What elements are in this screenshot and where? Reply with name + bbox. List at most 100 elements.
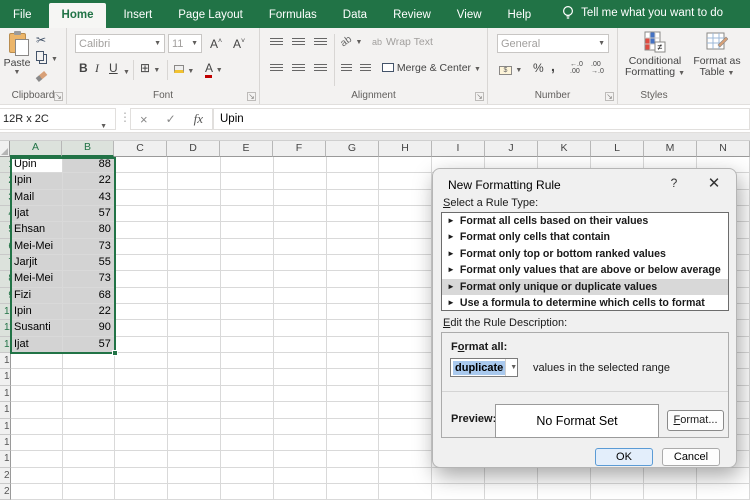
cell-value[interactable]: 55 <box>63 255 115 271</box>
column-header[interactable]: B <box>62 141 114 157</box>
close-icon[interactable]: ✕ <box>703 174 725 192</box>
cell-name[interactable] <box>11 419 63 435</box>
cell-name[interactable]: Upin <box>11 157 63 173</box>
row-header[interactable]: 12 <box>0 337 11 353</box>
cell-name[interactable]: Jarjit <box>11 255 63 271</box>
cell-name[interactable]: Mei-Mei <box>11 239 63 255</box>
number-format-select[interactable]: General▼ <box>497 34 609 53</box>
row-header[interactable]: 16 <box>0 402 11 418</box>
cell-name[interactable] <box>11 402 63 418</box>
column-header[interactable]: D <box>167 141 220 157</box>
ribbon-tab[interactable]: Review <box>380 3 444 28</box>
column-header[interactable]: C <box>114 141 167 157</box>
align-right-icon[interactable] <box>314 62 327 76</box>
row-header[interactable]: 2 <box>0 173 11 189</box>
rule-type-option[interactable]: ►Use a formula to determine which cells … <box>442 295 728 311</box>
rule-type-option[interactable]: ►Format only values that are above or be… <box>442 262 728 278</box>
cell-value[interactable] <box>63 451 115 467</box>
cell-value[interactable]: 88 <box>63 157 115 173</box>
ribbon-tab[interactable]: View <box>444 3 495 28</box>
row-header[interactable]: 7 <box>0 255 11 271</box>
copy-button[interactable]: ▼ <box>36 50 58 67</box>
cell-styles-button[interactable]: CellStyles ▼ <box>746 31 750 79</box>
cell-name[interactable]: Fizi <box>11 288 63 304</box>
align-middle-icon[interactable] <box>292 36 305 50</box>
ribbon-tab[interactable]: Data <box>330 3 380 28</box>
increase-decimal-button[interactable]: ←.0.00 <box>570 61 583 75</box>
alignment-dialog-launcher-icon[interactable]: ↘ <box>475 92 484 101</box>
cell-name[interactable] <box>11 369 63 385</box>
column-header[interactable]: F <box>273 141 326 157</box>
row-header[interactable]: 1 <box>0 157 11 173</box>
cell-name[interactable]: Mail <box>11 190 63 206</box>
row-header[interactable]: 9 <box>0 288 11 304</box>
insert-function-button[interactable]: fx <box>194 111 203 127</box>
cell-value[interactable]: 43 <box>63 190 115 206</box>
ribbon-tab[interactable]: Page Layout <box>165 3 256 28</box>
column-header[interactable]: A <box>10 141 62 157</box>
cell-name[interactable]: Ijat <box>11 337 63 353</box>
comma-style-button[interactable]: , <box>551 59 555 73</box>
name-box[interactable]: 12R x 2C▼ <box>0 108 116 130</box>
column-header[interactable]: H <box>379 141 432 157</box>
decrease-indent-icon[interactable] <box>341 62 352 76</box>
decrease-decimal-button[interactable]: .00→.0 <box>591 61 604 75</box>
tell-me-box[interactable]: Tell me what you want to do <box>544 0 733 28</box>
cell-value[interactable]: 73 <box>63 271 115 287</box>
rule-type-option[interactable]: ►Format only top or bottom ranked values <box>442 246 728 262</box>
cell-name[interactable]: Susanti <box>11 320 63 336</box>
cell-name[interactable]: Mei-Mei <box>11 271 63 287</box>
orientation-button[interactable]: ab ▼ <box>341 33 362 50</box>
cell-value[interactable] <box>63 402 115 418</box>
row-header[interactable]: 19 <box>0 451 11 467</box>
row-header[interactable]: 13 <box>0 353 11 369</box>
row-header[interactable]: 5 <box>0 222 11 238</box>
ribbon-tab[interactable]: Insert <box>110 3 165 28</box>
cell-value[interactable] <box>63 353 115 369</box>
ok-button[interactable]: OK <box>595 448 653 466</box>
row-header[interactable]: 11 <box>0 320 11 336</box>
cell-value[interactable]: 80 <box>63 222 115 238</box>
row-header[interactable]: 14 <box>0 369 11 385</box>
cell-name[interactable] <box>11 353 63 369</box>
cell-name[interactable] <box>11 468 63 484</box>
ribbon-tab[interactable]: Help <box>495 3 545 28</box>
decrease-font-size-button[interactable]: A˅ <box>233 35 245 51</box>
column-header[interactable]: L <box>591 141 644 157</box>
cut-button[interactable]: ✂ <box>36 33 46 47</box>
cell-name[interactable] <box>11 484 63 500</box>
cell-value[interactable] <box>63 369 115 385</box>
ribbon-tab[interactable]: Home <box>49 3 107 28</box>
fill-color-button[interactable]: ▼ <box>174 62 194 79</box>
row-header[interactable]: 17 <box>0 419 11 435</box>
borders-button[interactable]: ⊞ ▼ <box>140 61 160 78</box>
column-header[interactable]: M <box>644 141 697 157</box>
column-header[interactable]: N <box>697 141 750 157</box>
cell-value[interactable]: 90 <box>63 320 115 336</box>
clipboard-dialog-launcher-icon[interactable]: ↘ <box>54 92 63 101</box>
font-color-button[interactable]: A ▼ <box>205 61 223 78</box>
font-dialog-launcher-icon[interactable]: ↘ <box>247 92 256 101</box>
column-header[interactable]: E <box>220 141 273 157</box>
row-header[interactable]: 3 <box>0 190 11 206</box>
font-size-select[interactable]: 11▼ <box>168 34 202 53</box>
cell-value[interactable] <box>63 468 115 484</box>
align-left-icon[interactable] <box>270 62 283 76</box>
cell-value[interactable]: 57 <box>63 206 115 222</box>
cell-name[interactable]: Ipin <box>11 173 63 189</box>
accounting-format-button[interactable]: $ ▼ <box>499 61 522 78</box>
column-header[interactable]: I <box>432 141 485 157</box>
help-icon[interactable]: ? <box>665 176 683 190</box>
increase-font-size-button[interactable]: A˄ <box>210 35 222 51</box>
format-as-table-button[interactable]: Format asTable ▼ <box>690 31 744 79</box>
cell-value[interactable]: 73 <box>63 239 115 255</box>
cell-name[interactable] <box>11 435 63 451</box>
rule-type-option[interactable]: ►Format only unique or duplicate values <box>442 279 728 295</box>
format-painter-button[interactable] <box>36 68 47 82</box>
rule-type-option[interactable]: ►Format all cells based on their values <box>442 213 728 229</box>
bold-button[interactable]: B <box>79 61 88 75</box>
cell-value[interactable] <box>63 435 115 451</box>
cell-name[interactable]: Ipin <box>11 304 63 320</box>
formula-input[interactable]: Upin <box>213 108 750 130</box>
font-name-select[interactable]: Calibri▼ <box>75 34 165 53</box>
